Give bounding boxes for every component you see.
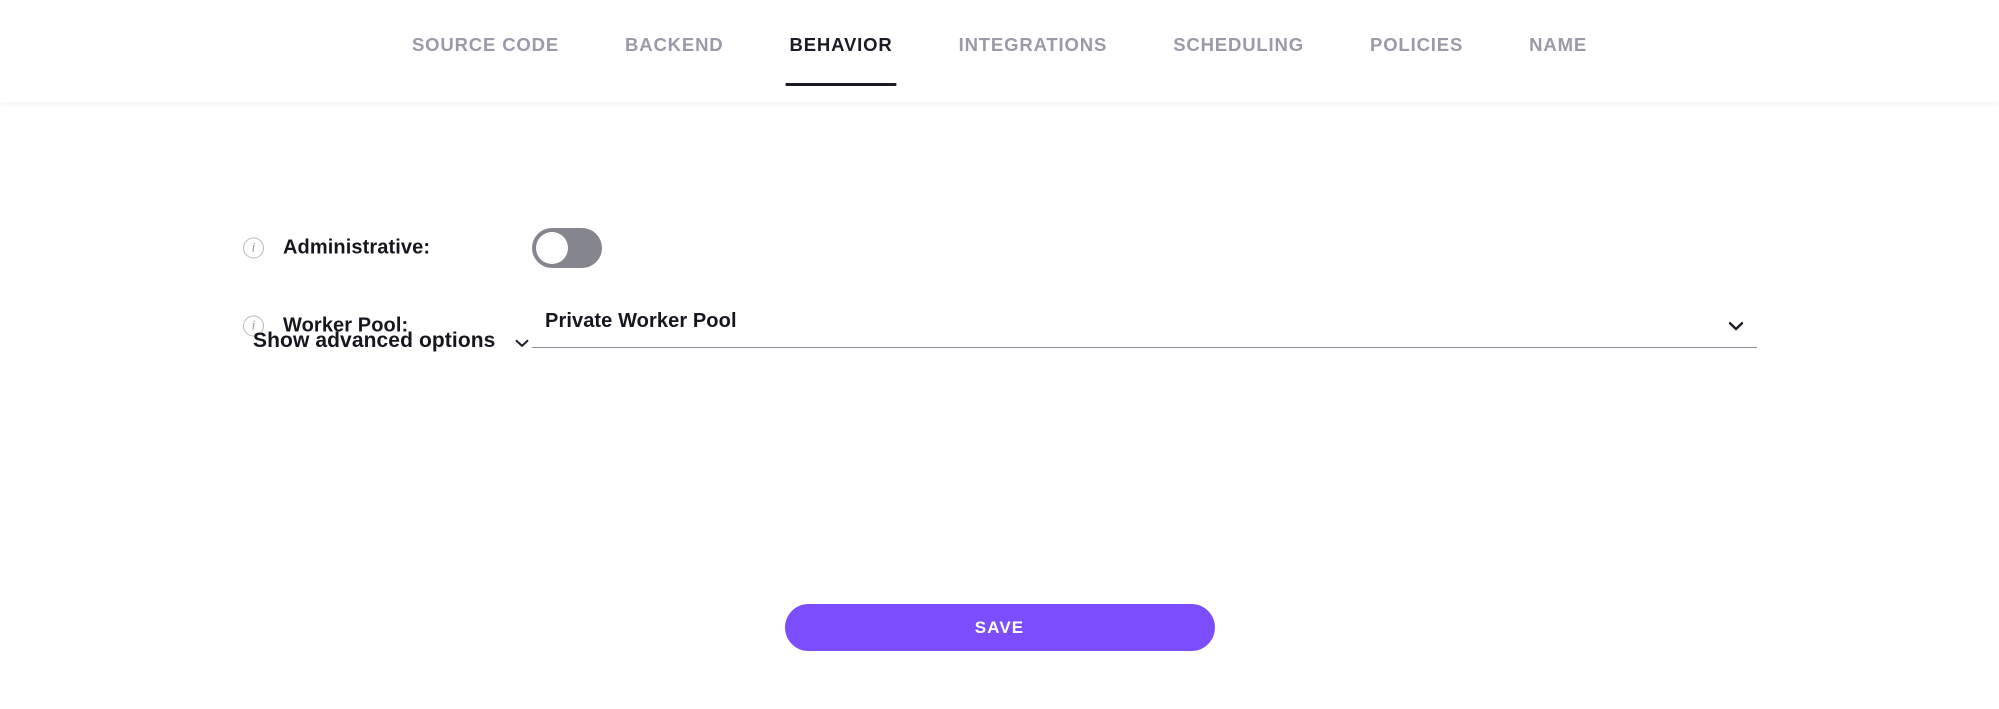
- behavior-panel: i Administrative: i Worker Pool: Private…: [0, 102, 1999, 709]
- tab-behavior-label: BEHAVIOR: [789, 34, 893, 55]
- show-advanced-options-toggle[interactable]: Show advanced options: [253, 329, 532, 353]
- tab-name[interactable]: NAME: [1529, 0, 1587, 102]
- tab-bar: SOURCE CODE BACKEND BEHAVIOR INTEGRATION…: [0, 0, 1999, 102]
- administrative-row: i Administrative:: [0, 228, 1999, 268]
- chevron-down-icon: [512, 333, 532, 353]
- tab-backend-label: BACKEND: [625, 34, 724, 55]
- tab-scheduling[interactable]: SCHEDULING: [1173, 0, 1304, 102]
- save-button[interactable]: SAVE: [784, 604, 1215, 651]
- worker-pool-selected-value: Private Worker Pool: [545, 310, 737, 332]
- tab-policies[interactable]: POLICIES: [1370, 0, 1463, 102]
- tab-behavior[interactable]: BEHAVIOR: [785, 0, 897, 102]
- toggle-knob: [536, 232, 568, 264]
- tab-scheduling-label: SCHEDULING: [1173, 34, 1304, 55]
- administrative-toggle[interactable]: [532, 228, 602, 268]
- chevron-down-icon: [1725, 315, 1747, 337]
- worker-pool-select[interactable]: Private Worker Pool: [532, 304, 1757, 348]
- administrative-label: Administrative:: [283, 236, 431, 259]
- tab-integrations-label: INTEGRATIONS: [958, 34, 1108, 55]
- tab-active-underline: [785, 83, 897, 86]
- tab-source-code[interactable]: SOURCE CODE: [412, 0, 559, 102]
- settings-form: i Administrative: i Worker Pool: Private…: [0, 228, 1999, 384]
- info-icon[interactable]: i: [243, 237, 264, 259]
- tab-source-code-label: SOURCE CODE: [411, 34, 560, 55]
- tab-list: SOURCE CODE BACKEND BEHAVIOR INTEGRATION…: [0, 0, 1999, 102]
- tab-integrations[interactable]: INTEGRATIONS: [959, 0, 1108, 102]
- show-advanced-options-label: Show advanced options: [253, 329, 496, 352]
- tab-policies-label: POLICIES: [1370, 34, 1464, 55]
- tab-name-label: NAME: [1529, 34, 1588, 55]
- tab-backend[interactable]: BACKEND: [625, 0, 723, 102]
- save-button-container: SAVE: [0, 604, 1999, 651]
